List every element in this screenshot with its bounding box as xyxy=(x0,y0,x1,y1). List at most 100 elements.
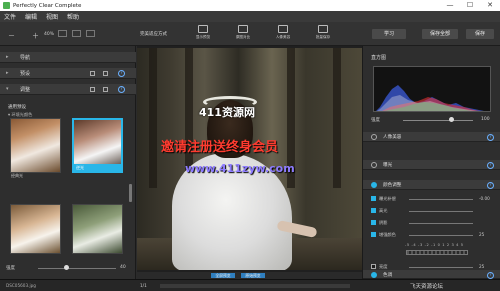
histogram-title: 直方图 xyxy=(371,55,387,61)
beautify-label: 人像美容 xyxy=(275,35,291,39)
tree-trunk xyxy=(333,48,341,188)
section-portrait[interactable]: 人像美容 ? xyxy=(363,132,500,142)
preset-caption: 逆光 xyxy=(74,164,121,171)
preset-thumbnail[interactable] xyxy=(10,204,61,254)
chevron-right-icon: ▸ xyxy=(6,54,9,60)
preset-thumbnail-selected[interactable]: 逆光 xyxy=(72,118,123,173)
control-exposure-comp[interactable]: 曝光补偿 -0.00 xyxy=(369,194,495,204)
control-slider[interactable] xyxy=(409,267,473,268)
save-all-button[interactable]: 保存全部 xyxy=(422,29,458,39)
image-canvas[interactable]: 411资源网 邀请注册送终身会员 www.411zyw.com xyxy=(137,46,362,272)
zoom-in-icon[interactable]: ＋ xyxy=(32,31,39,41)
compare-button[interactable]: 原图对比 xyxy=(226,25,260,43)
scrollbar-thumb[interactable] xyxy=(129,184,132,202)
checkbox[interactable] xyxy=(371,196,376,201)
help-icon[interactable]: ? xyxy=(118,70,125,77)
menu-bar: 文件 编辑 视图 帮助 xyxy=(0,11,500,22)
settings-icon[interactable] xyxy=(103,87,108,92)
preview-label: 显示预览 xyxy=(195,35,211,39)
navigator-row[interactable]: ▸ 导航 xyxy=(0,52,136,63)
power-toggle-icon[interactable] xyxy=(371,182,377,188)
strength-slider-handle[interactable] xyxy=(64,265,69,270)
navigator-label: 导航 xyxy=(20,55,31,61)
photo: 411资源网 邀请注册送终身会员 www.411zyw.com xyxy=(137,48,362,270)
help-icon[interactable]: ? xyxy=(487,182,494,189)
checkbox[interactable] xyxy=(371,208,376,213)
section-label: 人像美容 xyxy=(383,135,402,140)
left-panel: ▸ 导航 ▸ 预设 ? ▾ 调整 ? 通用预设 ▾ 环境光颜色 经典光 逆光 强… xyxy=(0,46,136,279)
adjust-row[interactable]: ▾ 调整 ? xyxy=(0,84,136,95)
toggle-icon[interactable] xyxy=(90,87,95,92)
fullscreen-preview-button[interactable]: 全屏预览 xyxy=(211,273,235,278)
control-slider[interactable] xyxy=(409,235,473,236)
menu-file[interactable]: 文件 xyxy=(4,12,16,21)
section-tone[interactable]: 色调 ? xyxy=(363,270,500,279)
close-button[interactable]: ✕ xyxy=(480,0,500,11)
chevron-right-icon: ▸ xyxy=(6,70,9,76)
checkbox[interactable] xyxy=(371,264,376,269)
control-label: 曝光补偿 xyxy=(379,196,396,201)
strength-label: 强度 xyxy=(6,266,15,271)
menu-help[interactable]: 帮助 xyxy=(67,12,79,21)
batch-save-label: 批量保存 xyxy=(315,35,331,39)
beautify-button[interactable]: 人像美容 xyxy=(266,25,300,43)
original-preview-button[interactable]: 原始预览 xyxy=(241,273,265,278)
filmstrip-bar[interactable] xyxy=(160,284,350,288)
power-toggle-icon[interactable] xyxy=(371,162,377,168)
checkbox[interactable] xyxy=(371,220,376,225)
batch-save-icon xyxy=(318,25,328,33)
help-icon[interactable]: ? xyxy=(487,162,494,169)
intensity-slider-handle[interactable] xyxy=(449,117,454,122)
page-counter: 1/1 xyxy=(140,283,147,288)
control-slider[interactable] xyxy=(409,223,473,224)
actual-size-icon[interactable] xyxy=(72,30,81,37)
strength-slider[interactable] xyxy=(38,268,116,269)
settings-icon[interactable] xyxy=(103,71,108,76)
chevron-down-icon: ▾ xyxy=(6,86,9,92)
intensity-slider[interactable] xyxy=(403,120,473,121)
zoom-out-icon[interactable]: － xyxy=(8,31,15,41)
presets-row[interactable]: ▸ 预设 ? xyxy=(0,68,136,79)
control-value: -0.00 xyxy=(479,196,490,201)
control-enhance-color[interactable]: 增强颜色 25 xyxy=(369,230,495,240)
window-title: Perfectly Clear Complete xyxy=(13,2,82,9)
preset-thumbnail[interactable]: 经典光 xyxy=(10,118,61,178)
maximize-button[interactable]: ☐ xyxy=(460,0,480,11)
power-toggle-icon[interactable] xyxy=(371,134,377,140)
help-icon[interactable]: ? xyxy=(487,134,494,141)
help-icon[interactable]: ? xyxy=(118,86,125,93)
help-icon[interactable]: ? xyxy=(487,272,494,279)
view-mode-select[interactable]: 完美适应方式 xyxy=(140,30,178,39)
save-button[interactable]: 保存 xyxy=(466,29,494,39)
zoom-level: 40% xyxy=(44,32,55,37)
preset-heading: 通用预设 xyxy=(8,105,26,110)
control-label: 阴影 xyxy=(379,220,388,225)
control-slider[interactable] xyxy=(409,199,473,200)
intensity-label: 强度 xyxy=(371,118,380,123)
section-color[interactable]: 颜色调整 ? xyxy=(363,180,500,190)
power-toggle-icon[interactable] xyxy=(371,272,377,278)
minimize-button[interactable]: — xyxy=(440,0,460,11)
toggle-icon[interactable] xyxy=(90,71,95,76)
watermark-brand: 飞天资源论坛 xyxy=(410,284,444,290)
menu-edit[interactable]: 编辑 xyxy=(25,12,37,21)
canvas-footer: 全屏预览 原始预览 xyxy=(137,272,362,279)
main-toolbar: － ＋ 40% 完美适应方式 显示预览 原图对比 人像美容 批量保存 学习 保存… xyxy=(0,22,500,46)
control-slider[interactable] xyxy=(409,211,473,212)
status-filename: DSC05603.jpg xyxy=(6,283,36,288)
preset-thumbnail[interactable] xyxy=(72,204,123,254)
preview-button[interactable]: 显示预览 xyxy=(186,25,220,43)
fit-view-icon[interactable] xyxy=(58,30,67,37)
learn-button[interactable]: 学习 xyxy=(372,29,406,39)
control-shadows[interactable]: 阴影 xyxy=(369,218,495,228)
scale-bar[interactable] xyxy=(406,250,468,255)
control-highlights[interactable]: 高光 xyxy=(369,206,495,216)
batch-save-button[interactable]: 批量保存 xyxy=(306,25,340,43)
section-exposure[interactable]: 曝光 ? xyxy=(363,160,500,170)
menu-view[interactable]: 视图 xyxy=(46,12,58,21)
checkbox[interactable] xyxy=(371,232,376,237)
title-bar: Perfectly Clear Complete — ☐ ✕ xyxy=(0,0,500,11)
watermark-logo: 411资源网 xyxy=(199,106,255,119)
control-value: 25 xyxy=(479,232,485,237)
fill-view-icon[interactable] xyxy=(86,30,95,37)
